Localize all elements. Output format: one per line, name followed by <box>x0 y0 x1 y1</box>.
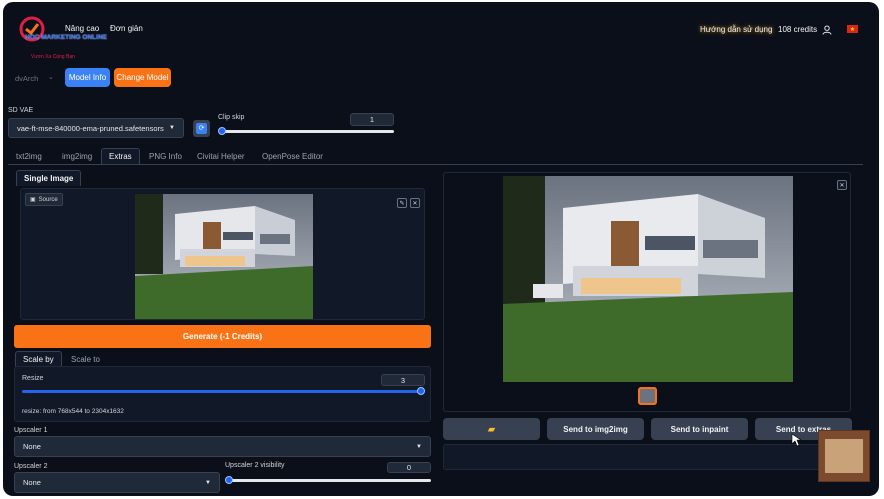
sd-vae-value: vae-ft-mse-840000-ema-pruned.safetensors <box>17 123 164 133</box>
app-window: HOC MARKETING ONLINE Vươn Xa Cùng Bạn Nâ… <box>3 2 879 496</box>
tab-openpose-editor[interactable]: OpenPose Editor <box>262 152 323 161</box>
refresh-vae-button[interactable]: ⟳ <box>193 120 210 137</box>
tab-png-info[interactable]: PNG Info <box>149 152 182 161</box>
output-thumbnail[interactable] <box>638 387 657 405</box>
edit-icon[interactable]: ✎ <box>397 198 407 208</box>
credits-count: 108 credits <box>778 25 818 34</box>
close-icon[interactable]: ✕ <box>837 180 847 190</box>
guide-link[interactable]: Hướng dẫn sử dụng <box>700 25 772 34</box>
clip-skip-knob[interactable] <box>218 127 226 135</box>
caret-down-icon: ▼ <box>416 443 422 450</box>
refresh-icon: ⟳ <box>196 123 207 134</box>
logo-text: HOC MARKETING ONLINE <box>25 34 107 41</box>
send-to-img2img-button[interactable]: Send to img2img <box>547 418 644 440</box>
tab-scale-by[interactable]: Scale by <box>15 351 62 367</box>
tab-txt2img[interactable]: txt2img <box>16 152 42 161</box>
source-image-panel[interactable]: ▣ Source ✎ ✕ <box>20 188 425 320</box>
send-to-inpaint-button[interactable]: Send to inpaint <box>651 418 748 440</box>
resize-info: resize: from 768x544 to 2304x1632 <box>22 408 124 415</box>
resize-input[interactable]: 3 <box>381 374 425 386</box>
upscaler2-visibility-input[interactable]: 0 <box>387 462 431 473</box>
clip-skip-slider[interactable] <box>218 126 394 136</box>
nav-item-advanced[interactable]: Nâng cao <box>65 24 99 33</box>
source-image <box>135 194 313 319</box>
source-label-badge: ▣ Source <box>25 193 63 206</box>
mouse-cursor-icon <box>791 433 801 447</box>
close-icon[interactable]: ✕ <box>410 198 420 208</box>
generate-button[interactable]: Generate (-1 Credits) <box>14 325 431 348</box>
upscaler1-value: None <box>23 442 41 451</box>
nav-item-simple[interactable]: Đơn giản <box>110 24 143 33</box>
upscaler2-value: None <box>23 478 41 487</box>
folder-icon: ▰ <box>488 423 495 434</box>
vietnam-flag-icon[interactable]: ★ <box>847 25 858 33</box>
tab-single-image[interactable]: Single Image <box>16 170 82 186</box>
upscaler2-label: Upscaler 2 <box>14 463 48 470</box>
webcam-overlay <box>818 430 870 482</box>
upscaler1-dropdown[interactable]: None ▼ <box>14 436 431 457</box>
sd-vae-dropdown[interactable]: vae-ft-mse-840000-ema-pruned.safetensors… <box>8 118 184 138</box>
resize-label: Resize <box>22 375 44 382</box>
clip-skip-input[interactable]: 1 <box>350 113 394 126</box>
upscaler2-dropdown[interactable]: None ▼ <box>14 472 220 493</box>
model-info-button[interactable]: Model Info <box>65 68 110 87</box>
tab-img2img[interactable]: img2img <box>62 152 92 161</box>
scale-panel: Resize 3 resize: from 768x544 to 2304x16… <box>14 366 431 422</box>
output-gallery-panel: ✕ <box>443 172 851 412</box>
resize-knob[interactable] <box>417 387 425 395</box>
resize-slider[interactable] <box>22 386 425 396</box>
tab-scale-to[interactable]: Scale to <box>71 355 100 364</box>
output-image[interactable] <box>503 176 793 382</box>
logo-tagline: Vươn Xa Cùng Bạn <box>31 54 75 60</box>
tab-extras[interactable]: Extras <box>101 148 140 164</box>
user-icon[interactable] <box>822 25 832 35</box>
change-model-button[interactable]: Change Model <box>114 68 171 87</box>
visibility-knob[interactable] <box>225 476 233 484</box>
open-folder-button[interactable]: ▰ <box>443 418 540 440</box>
visibility-track <box>229 479 431 482</box>
upscaler2-visibility-slider[interactable] <box>225 475 431 485</box>
webcam-overlay-frame <box>825 439 863 473</box>
upscaler2-visibility-label: Upscaler 2 visibility <box>225 462 285 469</box>
chevron-down-icon: ⌄ <box>48 74 54 81</box>
clip-skip-label: Clip skip <box>218 114 245 121</box>
image-icon: ▣ <box>30 197 36 203</box>
model-select-value: dvArch <box>15 74 39 83</box>
tab-civitai-helper[interactable]: Civitai Helper <box>197 152 245 161</box>
model-select[interactable]: dvArch ⌄ <box>11 69 61 87</box>
resize-track <box>22 390 424 393</box>
tabs-divider <box>8 164 863 165</box>
caret-down-icon: ▼ <box>169 125 175 131</box>
caret-down-icon: ▼ <box>205 479 211 486</box>
clip-skip-track <box>222 130 394 133</box>
sd-vae-label: SD VAE <box>8 107 34 114</box>
output-info-panel <box>443 444 851 470</box>
upscaler1-label: Upscaler 1 <box>14 427 48 434</box>
source-label: Source <box>38 196 58 203</box>
